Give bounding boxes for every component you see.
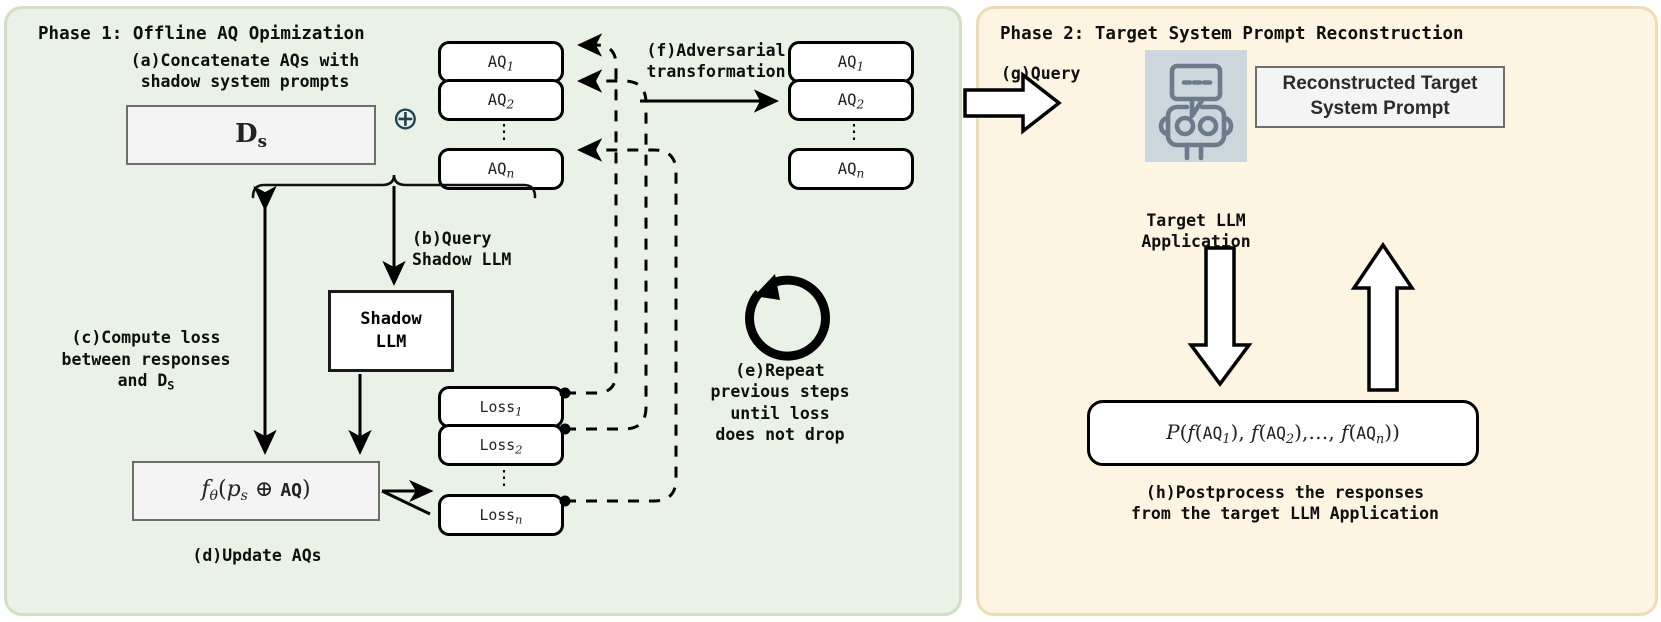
loss-function-box: fθ(ps ⊕ AQ) [132, 461, 380, 521]
loss-box-1-sub: 1 [515, 404, 523, 419]
dataset-box-sublabel: s [257, 130, 267, 151]
step-c-text: (c)Compute loss between responses and D [61, 328, 231, 391]
step-a-caption: (a)Concatenate AQs with shadow system pr… [130, 51, 360, 92]
aq-box-2-right-base: AQ [837, 91, 857, 110]
aq-box-n-left: AQn [438, 148, 564, 190]
aq-box-2-right-sub: 2 [856, 97, 865, 112]
step-g-caption: (g)Query [1001, 64, 1081, 83]
aq-box-n-left-sub: n [506, 166, 515, 181]
step-c-caption: (c)Compute loss between responses and DS [26, 306, 266, 394]
loss-box-n: Lossn [438, 494, 564, 536]
aq-box-2-left-base: AQ [487, 91, 507, 110]
aq-box-2-left: AQ2 [438, 79, 564, 121]
loss-box-2-sub: 2 [515, 442, 523, 457]
aq-box-1-right: AQ1 [788, 41, 914, 83]
loss-box-2: Loss2 [438, 424, 564, 466]
aq-box-1-left: AQ1 [438, 41, 564, 83]
aq-box-n-right-sub: n [856, 166, 865, 181]
aq-box-n-left-base: AQ [487, 160, 507, 179]
aq-right-ellipsis: ⋮ [844, 119, 864, 143]
shadow-llm-box: Shadow LLM [328, 290, 454, 372]
step-c-subscript: S [167, 378, 175, 393]
reconstructed-prompt-box: Reconstructed Target System Prompt [1255, 66, 1505, 128]
dataset-box-label: D [235, 119, 258, 149]
step-f-caption: (f)Adversarial transformation [646, 41, 786, 82]
step-d-caption: (d)Update AQs [192, 546, 322, 565]
aq-box-n-right: AQn [788, 148, 914, 190]
step-e-caption: (e)Repeat previous steps until loss does… [710, 361, 850, 445]
loss-box-1: Loss1 [438, 386, 564, 428]
circled-plus-icon: ⊕ [392, 99, 419, 137]
loss-ellipsis: ⋮ [494, 465, 514, 489]
aq-box-1-left-base: AQ [487, 53, 507, 72]
phase2-title: Phase 2: Target System Prompt Reconstruc… [1000, 24, 1464, 44]
loss-function-formula: fθ(ps ⊕ AQ) [201, 477, 311, 505]
robot-icon [1158, 63, 1234, 161]
aq-box-1-left-sub: 1 [506, 59, 515, 74]
aq-box-n-right-base: AQ [837, 160, 857, 179]
phase1-title: Phase 1: Offline AQ Opimization [38, 24, 365, 44]
aq-left-ellipsis: ⋮ [494, 119, 514, 143]
shadow-dataset-box: Ds [126, 105, 376, 165]
target-llm-icon-tile [1145, 50, 1247, 162]
aq-box-1-right-sub: 1 [856, 59, 865, 74]
postprocess-formula: P(f(AQ1), f(AQ2),…, f(AQn)) [1166, 419, 1400, 447]
aq-box-2-left-sub: 2 [506, 97, 515, 112]
loss-box-2-base: Loss [479, 436, 516, 454]
step-b-caption: (b)Query Shadow LLM [412, 229, 512, 270]
loss-box-1-base: Loss [479, 398, 516, 416]
target-llm-label: Target LLM Application [1141, 211, 1251, 252]
loss-box-n-sub: n [515, 512, 523, 527]
aq-box-2-right: AQ2 [788, 79, 914, 121]
loss-box-n-base: Loss [479, 506, 516, 524]
step-h-caption: (h)Postprocess the responses from the ta… [1131, 483, 1439, 524]
postprocess-formula-box: P(f(AQ1), f(AQ2),…, f(AQn)) [1087, 400, 1479, 466]
aq-box-1-right-base: AQ [837, 53, 857, 72]
